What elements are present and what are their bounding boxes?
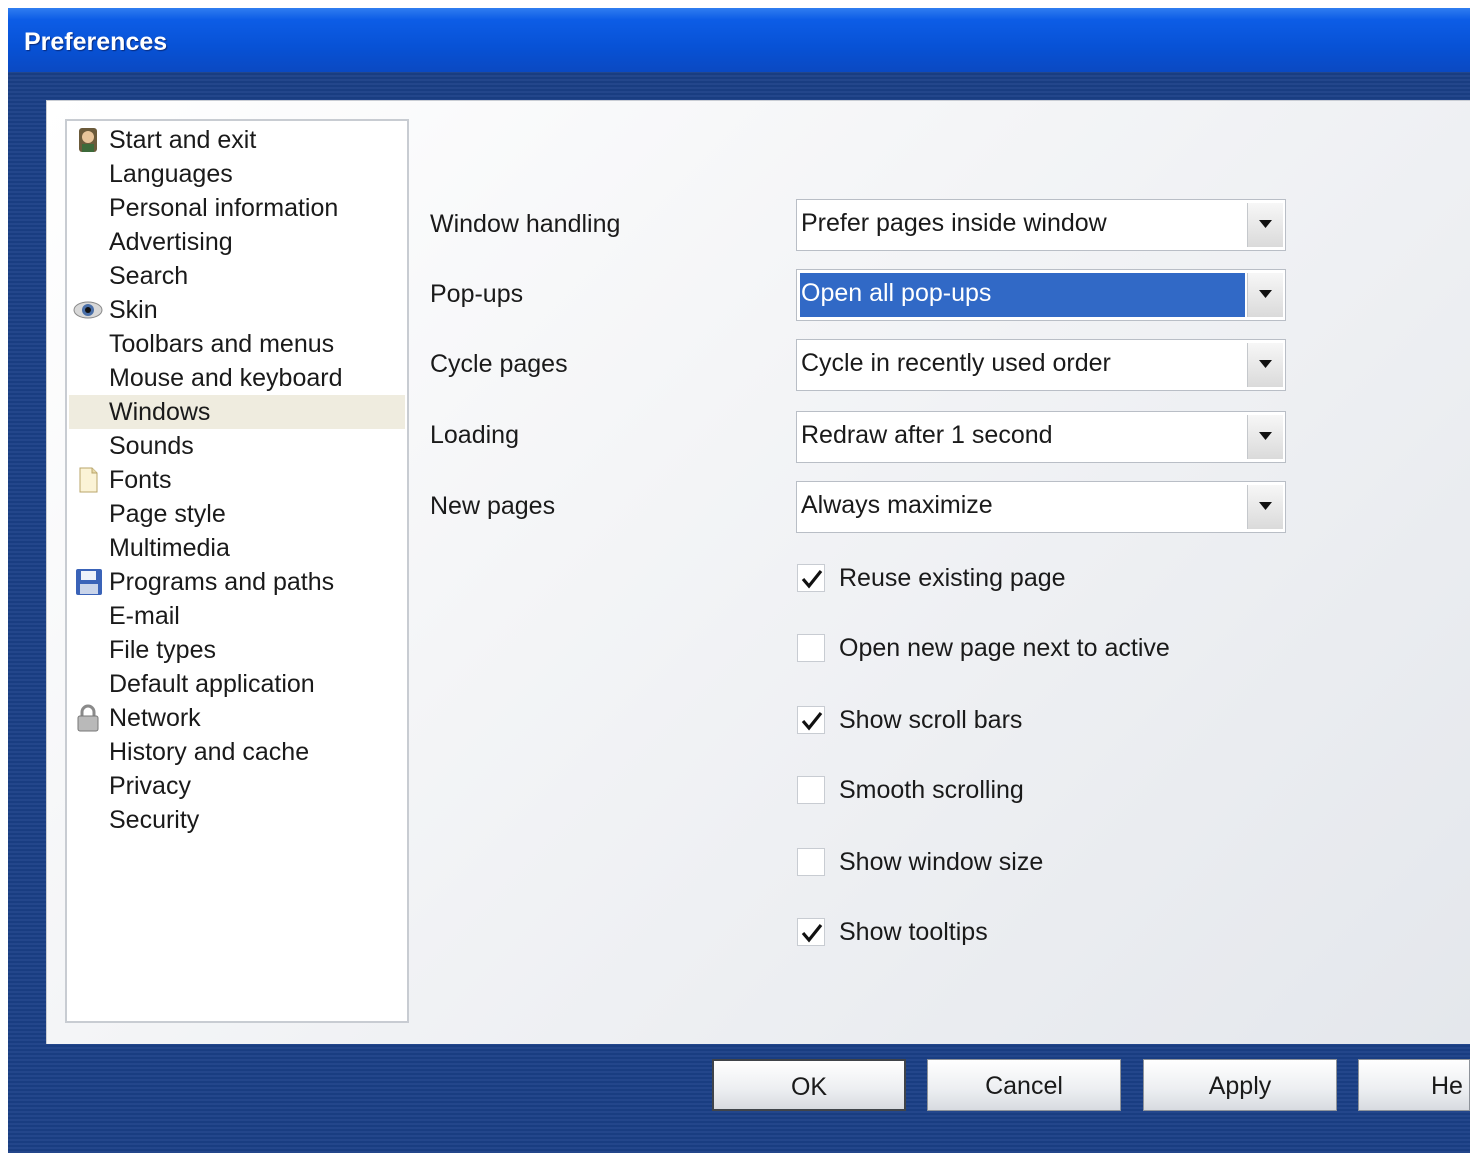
title-bar[interactable]: Preferences [8, 8, 1470, 72]
loading-value: Redraw after 1 second [801, 421, 1053, 449]
dropdown-arrow-button[interactable] [1247, 203, 1283, 247]
chevron-down-icon [1259, 502, 1272, 510]
dropdown-arrow-button[interactable] [1247, 415, 1283, 459]
ok-button[interactable]: OK [712, 1059, 906, 1111]
new-pages-value: Always maximize [801, 491, 993, 519]
chevron-down-icon [1259, 290, 1272, 298]
smooth-scrolling-checkbox[interactable] [797, 776, 825, 804]
sidebar-item-programs-and-paths[interactable]: Programs and paths [69, 565, 405, 599]
cycle-pages-value: Cycle in recently used order [801, 349, 1111, 377]
new-pages-dropdown[interactable]: Always maximize [796, 481, 1286, 533]
sidebar-item-mouse-and-keyboard[interactable]: Mouse and keyboard [69, 361, 405, 395]
sidebar-item-network[interactable]: Network [69, 701, 405, 735]
chevron-down-icon [1259, 220, 1272, 228]
sidebar-item-fonts[interactable]: Fonts [69, 463, 405, 497]
reuse-existing-page-checkbox[interactable] [797, 564, 825, 592]
eye-icon [73, 296, 103, 324]
checkmark-icon [801, 712, 823, 731]
sidebar-item-search[interactable]: Search [69, 259, 405, 293]
floppy-disk-icon [73, 568, 103, 596]
cycle-pages-dropdown[interactable]: Cycle in recently used order [796, 339, 1286, 391]
show-window-size-checkbox[interactable] [797, 848, 825, 876]
window-title: Preferences [24, 28, 168, 56]
show-scroll-bars-checkbox[interactable] [797, 706, 825, 734]
loading-dropdown[interactable]: Redraw after 1 second [796, 411, 1286, 463]
help-button[interactable]: He [1358, 1059, 1470, 1111]
open-new-page-next-to-active-checkbox[interactable] [797, 634, 825, 662]
window-handling-value: Prefer pages inside window [801, 209, 1107, 237]
apply-button[interactable]: Apply [1143, 1059, 1337, 1111]
pop-ups-label: Pop-ups [430, 280, 524, 308]
cycle-pages-label: Cycle pages [430, 350, 568, 378]
sidebar-item-toolbars-and-menus[interactable]: Toolbars and menus [69, 327, 405, 361]
preferences-window: Preferences Start and exit Languages Per… [8, 8, 1470, 1153]
sidebar-item-start-and-exit[interactable]: Start and exit [69, 123, 405, 157]
sidebar-item-e-mail[interactable]: E-mail [69, 599, 405, 633]
dropdown-arrow-button[interactable] [1247, 343, 1283, 387]
document-icon [73, 466, 103, 494]
sidebar-item-security[interactable]: Security [69, 803, 405, 837]
padlock-icon [73, 704, 103, 732]
chevron-down-icon [1259, 432, 1272, 440]
dropdown-arrow-button[interactable] [1247, 485, 1283, 529]
sidebar-item-windows[interactable]: Windows [69, 395, 405, 429]
pop-ups-value: Open all pop-ups [801, 279, 992, 307]
cancel-button[interactable]: Cancel [927, 1059, 1121, 1111]
sidebar-item-advertising[interactable]: Advertising [69, 225, 405, 259]
window-handling-label: Window handling [430, 210, 621, 238]
sidebar-item-languages[interactable]: Languages [69, 157, 405, 191]
chevron-down-icon [1259, 360, 1272, 368]
sidebar-item-privacy[interactable]: Privacy [69, 769, 405, 803]
checkmark-icon [801, 570, 823, 589]
sidebar-item-page-style[interactable]: Page style [69, 497, 405, 531]
sidebar-item-sounds[interactable]: Sounds [69, 429, 405, 463]
sidebar-item-skin[interactable]: Skin [69, 293, 405, 327]
preferences-panel: Start and exit Languages Personal inform… [46, 100, 1470, 1044]
show-tooltips-checkbox[interactable] [797, 918, 825, 946]
new-pages-label: New pages [430, 492, 556, 520]
window-handling-dropdown[interactable]: Prefer pages inside window [796, 199, 1286, 251]
sidebar-item-multimedia[interactable]: Multimedia [69, 531, 405, 565]
category-list: Start and exit Languages Personal inform… [65, 119, 409, 1023]
dropdown-arrow-button[interactable] [1247, 273, 1283, 317]
person-icon [73, 126, 103, 154]
sidebar-item-personal-information[interactable]: Personal information [69, 191, 405, 225]
loading-label: Loading [430, 421, 519, 449]
sidebar-item-file-types[interactable]: File types [69, 633, 405, 667]
pop-ups-dropdown[interactable]: Open all pop-ups [796, 269, 1286, 321]
checkmark-icon [801, 924, 823, 943]
sidebar-item-history-and-cache[interactable]: History and cache [69, 735, 405, 769]
sidebar-item-default-application[interactable]: Default application [69, 667, 405, 701]
